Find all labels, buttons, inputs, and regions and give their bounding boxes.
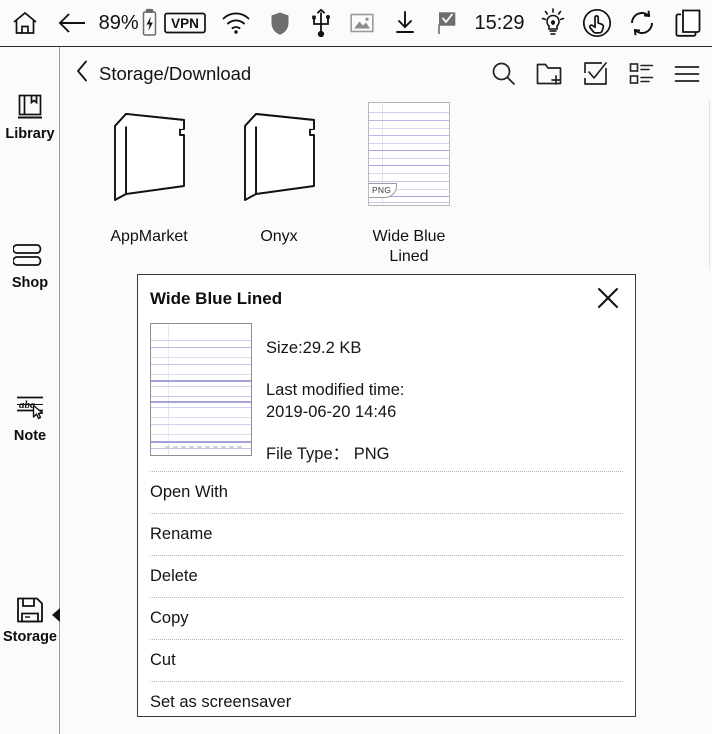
file-item-label: Wide Blue Lined xyxy=(372,228,446,266)
file-type-label: File Type： PNG xyxy=(266,444,390,463)
svg-text:VPN: VPN xyxy=(171,16,199,31)
breadcrumb[interactable]: Storage/Download xyxy=(76,60,251,87)
file-item-folder[interactable]: AppMarket xyxy=(84,100,214,280)
home-icon[interactable] xyxy=(0,0,50,47)
menu-item-delete[interactable]: Delete xyxy=(150,555,623,597)
library-book-icon xyxy=(15,90,45,124)
note-abc-pen-icon: abc xyxy=(13,392,47,426)
close-x-icon[interactable] xyxy=(593,283,623,313)
flag-check-icon[interactable] xyxy=(426,0,468,47)
status-bar: 89% VPN 15:29 xyxy=(0,0,712,47)
breadcrumb-label: Storage/Download xyxy=(99,62,252,84)
sidebar-item-label: Note xyxy=(13,428,47,444)
battery-charging-icon xyxy=(141,8,158,38)
clock: 15:29 xyxy=(468,0,530,47)
file-item-image[interactable]: PNG Wide Blue Lined xyxy=(344,100,474,280)
screenshot-icon[interactable] xyxy=(341,0,383,47)
dialog-info: Size:29.2 KB Last modified time: 2019-06… xyxy=(138,323,635,471)
new-folder-icon[interactable] xyxy=(536,61,562,87)
folder-icon xyxy=(106,100,192,215)
menu-item-rename[interactable]: Rename xyxy=(150,513,623,555)
sidebar: Library Shop abc Note Storage xyxy=(0,47,60,734)
back-arrow-icon[interactable] xyxy=(50,0,94,47)
file-item-label: Onyx xyxy=(260,228,298,245)
chevron-left-icon[interactable] xyxy=(76,60,88,87)
sidebar-item-shop[interactable]: Shop xyxy=(0,239,60,292)
clock-label: 15:29 xyxy=(474,11,525,34)
dialog-thumbnail xyxy=(150,323,252,456)
sidebar-item-label: Library xyxy=(5,126,55,142)
vpn-icon[interactable]: VPN xyxy=(158,0,212,47)
sidebar-item-note[interactable]: abc Note xyxy=(0,392,60,445)
refresh-icon[interactable] xyxy=(619,0,663,47)
shield-icon[interactable] xyxy=(260,0,301,47)
file-info-dialog: Wide Blue Lined Size:29.2 KB Last modifi… xyxy=(137,274,636,717)
file-size-label: Size:29.2 KB xyxy=(266,339,362,357)
battery-status[interactable]: 89% xyxy=(95,0,158,47)
menu-item-cut[interactable]: Cut xyxy=(150,639,623,681)
multi-window-icon[interactable] xyxy=(664,0,712,47)
list-view-icon[interactable] xyxy=(628,61,654,87)
menu-item-copy[interactable]: Copy xyxy=(150,597,623,639)
floppy-disk-icon xyxy=(15,593,45,627)
menu-hamburger-icon[interactable] xyxy=(674,61,700,87)
svg-text:abc: abc xyxy=(19,399,35,411)
menu-item-open-with[interactable]: Open With xyxy=(150,471,623,513)
wifi-icon[interactable] xyxy=(212,0,260,47)
dialog-menu: Open With Rename Delete Copy Cut Set as … xyxy=(138,471,635,723)
last-modified-label: Last modified time: xyxy=(266,380,405,399)
screen-root: 89% VPN 15:29 Library Shop abc Note Stor… xyxy=(0,0,712,734)
menu-item-set-as-screensaver[interactable]: Set as screensaver xyxy=(150,681,623,723)
sidebar-item-label: Storage xyxy=(3,629,57,645)
dialog-title: Wide Blue Lined xyxy=(150,289,283,308)
last-modified-value: 2019-06-20 14:46 xyxy=(266,402,397,421)
frontlight-bulb-icon[interactable] xyxy=(531,0,575,47)
download-icon[interactable] xyxy=(384,0,426,47)
scrollbar-track[interactable] xyxy=(709,100,710,270)
touch-hand-icon[interactable] xyxy=(575,0,619,47)
file-item-label: AppMarket xyxy=(110,228,188,245)
shop-books-icon xyxy=(13,239,47,273)
sidebar-active-marker xyxy=(52,608,60,622)
dialog-header: Wide Blue Lined xyxy=(138,275,635,323)
battery-percent-label: 89% xyxy=(98,11,139,34)
png-thumbnail: PNG xyxy=(368,100,450,215)
folder-icon xyxy=(236,100,322,215)
sidebar-item-storage[interactable]: Storage xyxy=(0,593,60,646)
file-grid: AppMarket Onyx PNG Wide Blue Lined xyxy=(62,100,707,280)
sidebar-item-label: Shop xyxy=(11,275,49,291)
dialog-metadata: Size:29.2 KB Last modified time: 2019-06… xyxy=(252,323,404,471)
select-checkbox-icon[interactable] xyxy=(582,61,608,87)
toolbar-actions xyxy=(490,61,700,87)
content-toolbar: Storage/Download xyxy=(62,47,712,100)
sidebar-item-library[interactable]: Library xyxy=(0,90,60,143)
search-icon[interactable] xyxy=(490,61,516,87)
usb-icon[interactable] xyxy=(301,0,342,47)
file-item-folder[interactable]: Onyx xyxy=(214,100,344,280)
